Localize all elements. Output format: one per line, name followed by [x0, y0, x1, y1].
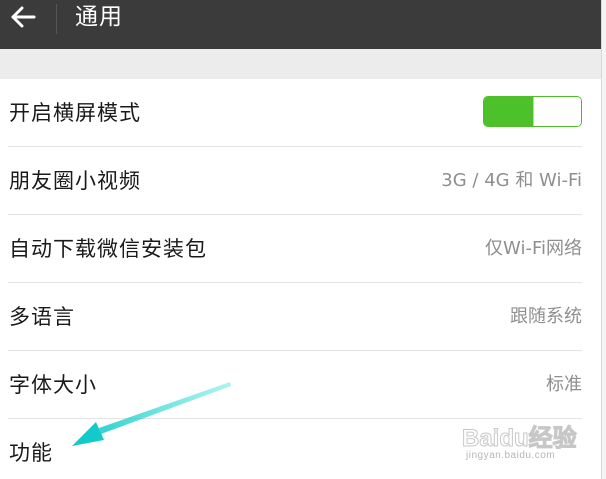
setting-label: 开启横屏模式	[9, 101, 141, 125]
setting-value: 仅Wi-Fi网络	[485, 238, 582, 259]
toggle-knob	[532, 97, 581, 126]
setting-label: 字体大小	[9, 373, 97, 397]
setting-label: 多语言	[9, 305, 75, 329]
arrow-left-icon	[11, 6, 36, 28]
setting-label: 自动下载微信安装包	[9, 237, 207, 261]
setting-value: 跟随系统	[510, 306, 582, 327]
setting-value: 3G / 4G 和 Wi-Fi	[441, 170, 582, 191]
setting-label: 功能	[9, 441, 53, 465]
setting-label: 朋友圈小视频	[9, 169, 141, 193]
back-button[interactable]	[6, 0, 42, 36]
setting-language[interactable]: 多语言 跟随系统	[0, 283, 601, 351]
setting-auto-download-installer[interactable]: 自动下载微信安装包 仅Wi-Fi网络	[0, 215, 601, 283]
setting-moments-video[interactable]: 朋友圈小视频 3G / 4G 和 Wi-Fi	[0, 147, 601, 215]
title-bar: 通用	[0, 0, 601, 49]
setting-landscape-mode[interactable]: 开启横屏模式	[0, 79, 601, 147]
adjacent-window-edge	[601, 0, 606, 479]
setting-font-size[interactable]: 字体大小 标准	[0, 351, 601, 419]
settings-list: 开启横屏模式 朋友圈小视频 3G / 4G 和 Wi-Fi 自动下载微信安装包 …	[0, 79, 601, 479]
section-spacer	[0, 49, 601, 79]
toggle-on-fill	[484, 97, 533, 126]
page-title: 通用	[75, 4, 123, 30]
landscape-mode-toggle[interactable]	[483, 96, 582, 127]
wechat-general-settings-screen: 通用 开启横屏模式 朋友圈小视频 3G / 4G 和 Wi-Fi 自动下载微信安…	[0, 0, 601, 479]
setting-features[interactable]: 功能	[0, 419, 601, 479]
title-divider	[56, 4, 57, 34]
setting-value: 标准	[546, 374, 582, 395]
